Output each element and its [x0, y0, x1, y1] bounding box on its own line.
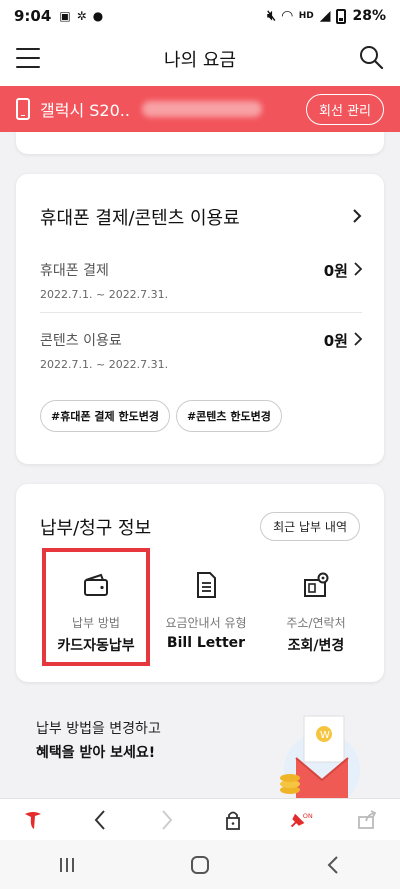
row-amount: 0원	[323, 262, 348, 280]
row-period: 2022.7.1. ~ 2022.7.31.	[40, 358, 169, 371]
battery-icon	[336, 8, 347, 24]
item-main: 카드자동납부	[57, 638, 135, 654]
envelope-coin-illustration: W	[280, 715, 360, 798]
fan-icon: ✲	[76, 9, 87, 23]
svg-text:ON: ON	[303, 812, 313, 820]
pin-on-icon[interactable]: ON	[286, 806, 314, 834]
status-bar: 9:04 ▣ ✲ ● 🔇︎ ◠ HD ◢ 28%	[0, 0, 400, 32]
system-nav-bar	[0, 840, 400, 889]
promo-banner[interactable]: 납부 방법을 변경하고 혜택을 받아 보세요! W	[0, 700, 400, 798]
share-icon[interactable]	[353, 806, 381, 834]
limit-tags: #휴대폰 결제 한도변경 #콘텐츠 한도변경	[40, 400, 282, 432]
line-manage-button[interactable]: 회선 관리	[306, 93, 384, 125]
app-header: 나의 요금	[0, 32, 400, 86]
system-back-icon[interactable]	[318, 850, 348, 880]
mobile-payment-row[interactable]: 휴대폰 결제 2022.7.1. ~ 2022.7.31. 0원	[40, 260, 362, 301]
item-sub: 납부 방법	[72, 616, 120, 630]
row-label: 콘텐츠 이용료	[40, 333, 122, 349]
phone-icon	[16, 98, 30, 120]
payment-contents-card: 휴대폰 결제/콘텐츠 이용료 휴대폰 결제 2022.7.1. ~ 2022.7…	[16, 174, 384, 464]
address-icon	[304, 572, 329, 597]
chevron-right-icon[interactable]	[352, 208, 362, 224]
device-name[interactable]: 갤럭시 S20..	[40, 97, 130, 121]
forward-icon[interactable]	[153, 806, 181, 834]
address-contact-item[interactable]: 주소/연락처 조회/변경	[262, 548, 370, 666]
search-icon[interactable]	[358, 44, 384, 70]
item-sub: 주소/연락처	[286, 616, 346, 630]
divider	[40, 312, 362, 313]
line-selector-bar: 갤럭시 S20.. 회선 관리	[0, 86, 400, 132]
billing-items: 납부 방법 카드자동납부 요금안내서 유형 Bill Letter 주소/연락처…	[42, 548, 370, 666]
item-main: 조회/변경	[287, 638, 345, 654]
contents-fee-row[interactable]: 콘텐츠 이용료 2022.7.1. ~ 2022.7.31. 0원	[40, 330, 362, 371]
page-title: 나의 요금	[164, 50, 236, 71]
menu-icon[interactable]	[16, 48, 40, 68]
mute-icon: 🔇︎	[267, 8, 276, 24]
signal-icon: ◢	[319, 8, 331, 24]
battery-percent: 28%	[352, 8, 386, 24]
promo-line1: 납부 방법을 변경하고	[36, 721, 161, 737]
tag-payment-limit[interactable]: #휴대폰 결제 한도변경	[40, 400, 170, 432]
wallet-icon	[84, 573, 108, 596]
network-type: HD	[298, 11, 314, 21]
document-icon	[197, 572, 216, 598]
browser-toolbar: ON	[0, 798, 400, 840]
chevron-right-icon	[354, 262, 362, 276]
payment-method-item[interactable]: 납부 방법 카드자동납부	[42, 548, 150, 666]
bill-type-item[interactable]: 요금안내서 유형 Bill Letter	[152, 548, 260, 666]
status-right: 🔇︎ ◠ HD ◢ 28%	[267, 8, 386, 24]
item-main: Bill Letter	[166, 635, 246, 651]
row-label: 휴대폰 결제	[40, 263, 109, 279]
promo-line2: 혜택을 받아 보세요!	[36, 745, 156, 761]
billing-info-card: 납부/청구 정보 최근 납부 내역 납부 방법 카드자동납부 요금안내서 유형 …	[16, 484, 384, 682]
tworld-logo-icon[interactable]	[19, 806, 47, 834]
chevron-right-icon	[354, 332, 362, 346]
card-title: 납부/청구 정보	[40, 518, 152, 539]
lock-icon[interactable]	[219, 806, 247, 834]
back-icon[interactable]	[86, 806, 114, 834]
row-period: 2022.7.1. ~ 2022.7.31.	[40, 288, 169, 301]
tag-contents-limit[interactable]: #콘텐츠 한도변경	[175, 400, 282, 432]
svg-text:W: W	[320, 730, 330, 741]
card-title[interactable]: 휴대폰 결제/콘텐츠 이용료	[40, 204, 240, 230]
recents-icon[interactable]	[52, 850, 82, 880]
status-time: 9:04	[14, 7, 52, 25]
recent-payments-button[interactable]: 최근 납부 내역	[260, 512, 360, 541]
gallery-icon: ▣	[59, 9, 71, 23]
previous-card-bottom	[16, 132, 384, 154]
item-sub: 요금안내서 유형	[165, 616, 247, 630]
home-icon[interactable]	[185, 850, 215, 880]
row-amount: 0원	[323, 332, 348, 350]
masked-phone-number	[141, 101, 262, 117]
status-notification-icons: ▣ ✲ ●	[59, 9, 103, 23]
dot-icon: ●	[92, 9, 104, 23]
wifi-icon: ◠	[281, 8, 293, 24]
